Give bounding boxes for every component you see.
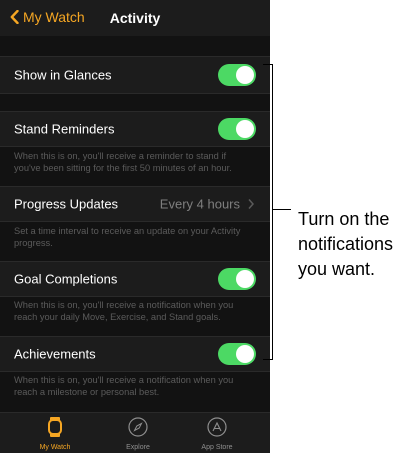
app-store-icon	[207, 417, 227, 437]
toggle-knob	[236, 345, 254, 363]
callout-pointer	[272, 209, 291, 210]
setting-row-stand-reminders: Stand Reminders	[0, 111, 270, 147]
tab-label: App Store	[201, 444, 233, 451]
setting-row-achievements: Achievements	[0, 336, 270, 372]
tab-explore[interactable]: Explore	[93, 416, 183, 451]
achievements-toggle[interactable]	[218, 343, 256, 365]
compass-icon	[128, 417, 148, 437]
setting-description: When this is on, you'll receive a notifi…	[14, 375, 234, 397]
setting-label: Goal Completions	[14, 271, 118, 287]
callout-line: notifications	[298, 234, 394, 254]
tab-my-watch[interactable]: My Watch	[10, 416, 100, 451]
toggle-knob	[236, 270, 254, 288]
callout-text: Turn on the notifications you want.	[298, 207, 393, 282]
setting-label: Show in Glances	[14, 67, 112, 83]
bracket-spine	[272, 64, 273, 360]
setting-label: Progress Updates	[14, 196, 119, 212]
setting-description: When this is on, you'll receive a notifi…	[14, 300, 234, 322]
setting-description: Set a time interval to receive an update…	[14, 226, 241, 248]
bracket-bottom	[263, 359, 273, 360]
tab-label: My Watch	[39, 444, 71, 451]
setting-label: Stand Reminders	[14, 121, 115, 137]
navigation-bar: My Watch Activity	[0, 0, 270, 36]
tab-app-store[interactable]: App Store	[172, 416, 262, 451]
setting-value: Every 4 hours	[159, 196, 240, 212]
toggle-knob	[236, 120, 254, 138]
callout-line: you want.	[298, 259, 376, 279]
setting-row-goal-completions: Goal Completions	[0, 261, 270, 297]
goal-completions-toggle[interactable]	[218, 268, 256, 290]
toggle-knob	[236, 66, 254, 84]
watch-icon	[48, 417, 62, 437]
tab-label: Explore	[126, 444, 150, 451]
setting-row-show-in-glances: Show in Glances	[0, 56, 270, 94]
setting-label: Achievements	[14, 346, 96, 362]
chevron-right-icon	[248, 199, 255, 209]
callout-line: Turn on the	[298, 209, 390, 229]
setting-row-progress-updates[interactable]: Progress Updates Every 4 hours	[0, 186, 270, 222]
page-title: Activity	[109, 10, 161, 26]
tab-bar: My Watch Explore App Store	[0, 412, 270, 453]
show-in-glances-toggle[interactable]	[218, 64, 256, 86]
watch-app-screen: My Watch Activity Show in Glances Stand …	[0, 0, 270, 453]
stand-reminders-toggle[interactable]	[218, 118, 256, 140]
setting-description: When this is on, you'll receive a remind…	[14, 151, 232, 173]
